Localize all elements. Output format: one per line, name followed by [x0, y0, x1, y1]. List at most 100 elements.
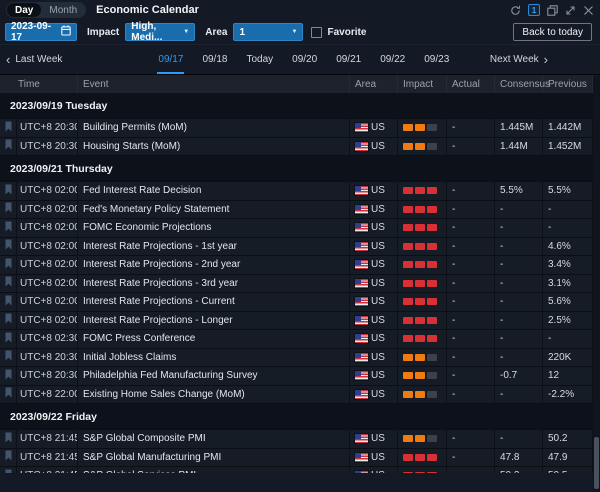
impact-cell [398, 330, 447, 348]
row-time: UTC+8 02:00 [17, 312, 78, 330]
us-flag-icon [355, 334, 368, 343]
us-flag-icon [355, 223, 368, 232]
area-cell: US [350, 330, 398, 348]
restore-icon[interactable] [547, 5, 558, 16]
close-icon[interactable] [583, 5, 594, 16]
back-to-today-button[interactable]: Back to today [513, 23, 592, 41]
table-row[interactable]: UTC+8 20:30 Housing Starts (MoM) US - 1.… [0, 138, 593, 157]
last-week-button[interactable]: ‹ Last Week [6, 45, 62, 74]
column-header-consensus: Consensus [495, 75, 543, 93]
top-bar: Day Month Economic Calendar 1 [0, 0, 600, 20]
us-flag-icon [355, 123, 368, 132]
expand-icon[interactable] [565, 5, 576, 16]
impact-meter [403, 243, 437, 250]
week-day[interactable]: 09/17 [158, 45, 183, 74]
table-row[interactable]: UTC+8 02:00 Interest Rate Projections - … [0, 293, 593, 312]
impact-cell [398, 430, 447, 448]
impact-meter [403, 261, 437, 268]
us-flag-icon [355, 142, 368, 151]
bookmark-icon[interactable] [5, 313, 12, 327]
bookmark-icon[interactable] [5, 139, 12, 153]
area-cell: US [350, 256, 398, 274]
section-date: 2023/09/21 Thursday [10, 163, 113, 175]
bookmark-icon[interactable] [5, 469, 12, 473]
favorite-checkbox[interactable] [311, 27, 322, 38]
bookmark-icon[interactable] [5, 432, 12, 446]
bookmark-icon[interactable] [5, 239, 12, 253]
week-day[interactable]: 09/23 [424, 45, 449, 74]
us-flag-icon [355, 186, 368, 195]
table-row[interactable]: UTC+8 02:00 Interest Rate Projections - … [0, 275, 593, 294]
bookmark-icon[interactable] [5, 221, 12, 235]
table-row[interactable]: UTC+8 20:30 Building Permits (MoM) US - … [0, 119, 593, 138]
table-row[interactable]: UTC+8 21:45 S&P Global Composite PMI US … [0, 430, 593, 449]
week-day[interactable]: 09/21 [336, 45, 361, 74]
week-day[interactable]: 09/20 [292, 45, 317, 74]
date-value: 2023-09-17 [11, 21, 61, 43]
us-flag-icon [355, 279, 368, 288]
alert-cell [0, 386, 17, 404]
bookmark-icon[interactable] [5, 121, 12, 135]
row-event: Philadelphia Fed Manufacturing Survey [78, 367, 350, 385]
table-row[interactable]: UTC+8 02:00 Interest Rate Projections - … [0, 238, 593, 257]
row-event: Interest Rate Projections - 1st year [78, 238, 350, 256]
table-row[interactable]: UTC+8 02:00 Interest Rate Projections - … [0, 312, 593, 331]
impact-cell [398, 312, 447, 330]
chevron-down-icon: ▼ [183, 29, 189, 35]
chevron-left-icon: ‹ [6, 53, 10, 66]
row-previous: 50.2 [543, 430, 593, 448]
table-row[interactable]: UTC+8 02:00 Interest Rate Projections - … [0, 256, 593, 275]
table-row[interactable]: UTC+8 02:00 Fed Interest Rate Decision U… [0, 182, 593, 201]
bookmark-icon[interactable] [5, 450, 12, 464]
bookmark-icon[interactable] [5, 276, 12, 290]
bookmark-icon[interactable] [5, 369, 12, 383]
us-flag-icon [355, 242, 368, 251]
impact-meter [403, 206, 437, 213]
alert-cell [0, 256, 17, 274]
table-row[interactable]: UTC+8 02:30 FOMC Press Conference US - -… [0, 330, 593, 349]
area-select[interactable]: 1 ▼ [233, 23, 303, 41]
row-event: Existing Home Sales Change (MoM) [78, 386, 350, 404]
impact-cell [398, 256, 447, 274]
row-time: UTC+8 02:30 [17, 330, 78, 348]
table-row[interactable]: UTC+8 21:45 S&P Global Manufacturing PMI… [0, 449, 593, 468]
panel-count-button[interactable]: 1 [528, 4, 540, 16]
table-row[interactable]: UTC+8 02:00 FOMC Economic Projections US… [0, 219, 593, 238]
week-day[interactable]: Today [246, 45, 273, 74]
bookmark-icon[interactable] [5, 387, 12, 401]
row-actual: - [447, 367, 495, 385]
refresh-icon[interactable] [510, 5, 521, 16]
bookmark-icon[interactable] [5, 350, 12, 364]
impact-select[interactable]: High, Medi... ▼ [125, 23, 195, 41]
row-consensus: - [495, 238, 543, 256]
table-row[interactable]: UTC+8 22:00 Existing Home Sales Change (… [0, 386, 593, 405]
impact-cell [398, 467, 447, 473]
tab-month[interactable]: Month [41, 3, 85, 17]
tab-day[interactable]: Day [7, 3, 41, 17]
bookmark-icon[interactable] [5, 258, 12, 272]
area-value: 1 [239, 27, 245, 38]
impact-value: High, Medi... [131, 21, 183, 43]
table-row[interactable]: UTC+8 20:30 Initial Jobless Claims US - … [0, 349, 593, 368]
row-previous: - [543, 219, 593, 237]
row-actual: - [447, 349, 495, 367]
table-row[interactable]: UTC+8 02:00 Fed's Monetary Policy Statem… [0, 201, 593, 220]
row-consensus: - [495, 430, 543, 448]
impact-meter [403, 472, 437, 473]
impact-meter [403, 335, 437, 342]
date-picker[interactable]: 2023-09-17 [5, 23, 77, 41]
bookmark-icon[interactable] [5, 295, 12, 309]
bookmark-icon[interactable] [5, 184, 12, 198]
bookmark-icon[interactable] [5, 332, 12, 346]
next-week-button[interactable]: Next Week › [490, 45, 548, 74]
row-actual: - [447, 312, 495, 330]
scrollbar-thumb[interactable] [594, 437, 599, 489]
week-day[interactable]: 09/22 [380, 45, 405, 74]
next-week-label: Next Week [490, 54, 539, 65]
table-body: 2023/09/19 Tuesday UTC+8 20:30 Building … [0, 93, 593, 473]
week-day[interactable]: 09/18 [202, 45, 227, 74]
table-row[interactable]: UTC+8 20:30 Philadelphia Fed Manufacturi… [0, 367, 593, 386]
bookmark-icon[interactable] [5, 202, 12, 216]
table-row[interactable]: UTC+8 21:45 S&P Global Services PMI US -… [0, 467, 593, 473]
table-header: Time Event Area Impact Actual Consensus … [0, 75, 593, 93]
